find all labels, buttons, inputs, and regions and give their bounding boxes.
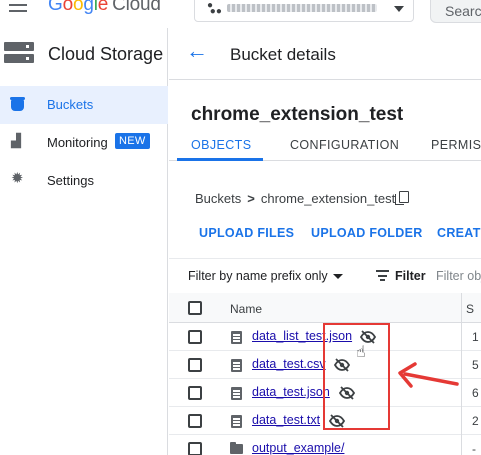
tab-permissions[interactable]: PERMISSI (431, 138, 481, 152)
row-checkbox[interactable] (188, 386, 202, 400)
dropdown-caret-icon (332, 274, 343, 280)
sidebar-item-monitoring[interactable]: ▟ Monitoring NEW (0, 124, 168, 162)
tab-bar: OBJECTS CONFIGURATION PERMISSI (169, 131, 481, 161)
size-cell: 1 (461, 323, 481, 351)
main-menu-icon[interactable] (9, 0, 29, 14)
bucket-icon (10, 97, 25, 111)
breadcrumb-root[interactable]: Buckets (195, 191, 241, 206)
sidebar-item-label: Buckets (47, 97, 94, 112)
tab-configuration[interactable]: CONFIGURATION (290, 138, 399, 152)
folder-icon (230, 442, 243, 454)
table-row: output_example/ - (169, 435, 481, 455)
monitoring-icon: ▟ (11, 133, 21, 148)
search-input[interactable]: Searc (430, 0, 481, 23)
upload-folder-button[interactable]: UPLOAD FOLDER (311, 226, 423, 240)
row-checkbox[interactable] (188, 442, 202, 455)
page-header: ← Bucket details (169, 28, 481, 80)
sidebar-item-label: Monitoring (47, 135, 108, 150)
filter-mode-select[interactable]: Filter by name prefix only (188, 269, 343, 283)
table-header: Name S (169, 293, 481, 323)
file-link[interactable]: data_test.txt (252, 413, 320, 427)
upload-files-button[interactable]: UPLOAD FILES (199, 226, 294, 240)
column-header-size[interactable]: S (461, 293, 481, 323)
top-bar: Google Cloud ● ●● Searc (0, 0, 481, 28)
back-arrow-icon[interactable]: ← (186, 39, 208, 63)
pointer-hand-icon: ☝ (356, 344, 366, 361)
sidebar-item-label: Settings (47, 173, 94, 188)
bucket-name: chrome_extension_test (191, 104, 404, 125)
file-icon (231, 415, 242, 428)
row-checkbox[interactable] (188, 330, 202, 344)
annotation-arrow-icon (398, 362, 459, 388)
page-title: Bucket details (230, 45, 336, 64)
folder-link[interactable]: output_example/ (252, 441, 344, 455)
cloud-storage-icon (4, 42, 34, 64)
file-icon (231, 359, 242, 372)
select-all-checkbox[interactable] (188, 301, 202, 315)
row-checkbox[interactable] (188, 414, 202, 428)
project-name-redacted (227, 4, 377, 12)
size-cell: - (461, 435, 481, 455)
google-cloud-logo[interactable]: Google Cloud (48, 0, 161, 16)
breadcrumb-separator: > (247, 191, 255, 206)
sidebar-header: Cloud Storage (0, 28, 168, 80)
project-picker[interactable]: ● ●● (194, 0, 414, 22)
filter-bar: Filter by name prefix only Filter Filter… (169, 258, 481, 291)
filter-input[interactable]: Filter obj (436, 269, 481, 283)
annotation-highlight-box (323, 323, 390, 430)
chevron-down-icon (394, 6, 404, 12)
sidebar-item-buckets[interactable]: Buckets (0, 86, 168, 124)
file-link[interactable]: data_test.csv (252, 357, 326, 371)
file-link[interactable]: data_test.json (252, 385, 330, 399)
sidebar-title: Cloud Storage (48, 44, 164, 64)
tab-objects[interactable]: OBJECTS (191, 138, 251, 152)
sidebar-item-settings[interactable]: ✹ Settings (0, 162, 168, 200)
breadcrumb: Buckets > chrome_extension_test (195, 191, 395, 206)
active-tab-indicator (177, 158, 263, 161)
filter-label: Filter (395, 269, 426, 283)
size-cell: 6 (461, 379, 481, 407)
file-icon (231, 387, 242, 400)
create-folder-button[interactable]: CREATE (437, 226, 481, 240)
sidebar: Cloud Storage Buckets ▟ Monitoring NEW ✹… (0, 28, 168, 455)
gear-icon: ✹ (11, 170, 24, 187)
size-cell: 5 (461, 351, 481, 379)
column-header-name[interactable]: Name (230, 302, 262, 316)
copy-icon[interactable] (395, 191, 409, 205)
size-cell: 2 (461, 407, 481, 435)
filter-icon (376, 270, 389, 281)
new-badge: NEW (115, 133, 150, 149)
file-icon (231, 331, 242, 344)
filter-mode-label: Filter by name prefix only (188, 269, 328, 283)
breadcrumb-current: chrome_extension_test (260, 191, 396, 206)
row-checkbox[interactable] (188, 358, 202, 372)
project-icon: ● ●● (207, 0, 222, 17)
